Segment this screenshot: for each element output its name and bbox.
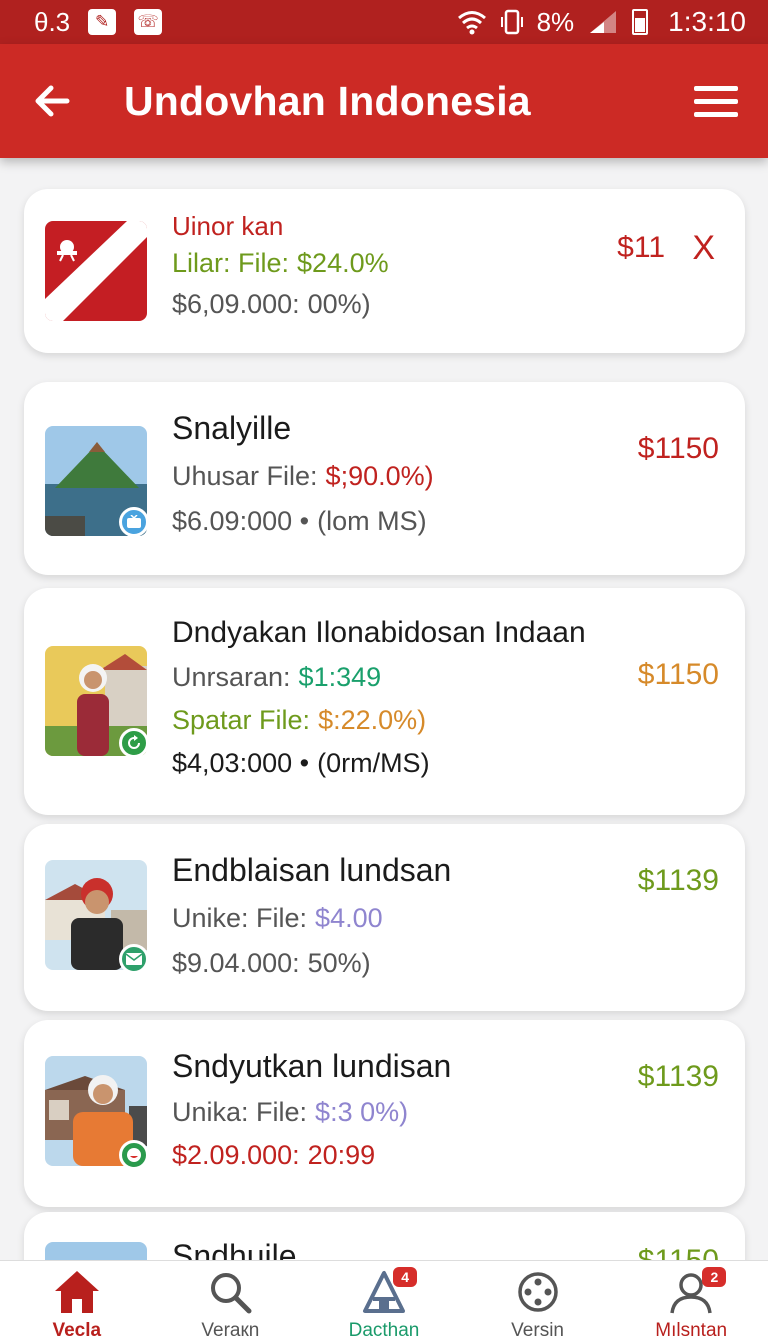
- nav-label: Mılsntan: [655, 1320, 728, 1341]
- detail-label: Lilar: File:: [172, 248, 290, 278]
- detail-value: 00%): [307, 289, 371, 319]
- battery-percent: 8%: [536, 6, 575, 37]
- notification-badge: 4: [393, 1267, 418, 1287]
- battery-icon: [632, 9, 649, 35]
- detail-label: Unrsaran:: [172, 662, 291, 692]
- detail-value: $4.00: [315, 903, 383, 933]
- menu-button[interactable]: [694, 79, 738, 123]
- close-icon[interactable]: X: [692, 229, 715, 268]
- item-detail-1: Unike: File: $4.00: [172, 903, 451, 934]
- nav-item-search[interactable]: Veraкn: [154, 1261, 308, 1344]
- item-title: Sndyutkan lundisan: [172, 1048, 452, 1084]
- emoji-icon: [119, 1140, 149, 1170]
- detail-label: $6.09:000 •: [172, 506, 310, 536]
- status-right: 8% 1:3:10: [457, 6, 746, 38]
- detail-value: $:3 0%): [315, 1097, 409, 1127]
- detail-value: 20:99: [307, 1140, 376, 1170]
- item-detail-2: $9.04.000: 50%): [172, 948, 451, 979]
- detail-label: $9.04.000:: [172, 948, 300, 978]
- list-item[interactable]: Snalyille Uhusar File: $;90.0%) $6.09:000…: [24, 382, 745, 575]
- list-item[interactable]: Dndyakan Ilonabidosan Indaan Unrsaran: $1…: [24, 588, 745, 815]
- status-left: θ.3 ✎ ☏: [34, 6, 163, 38]
- detail-label: Unika: File:: [172, 1097, 308, 1127]
- item-price: $1150: [637, 658, 719, 691]
- item-detail-1: Unika: File: $:3 0%): [172, 1097, 451, 1128]
- search-icon: [204, 1266, 256, 1318]
- notification-badge: 2: [702, 1267, 727, 1287]
- wifi-icon: [457, 9, 487, 35]
- item-detail-2: $6.09:000 • (lom MS): [172, 506, 434, 537]
- detail-label: $6,09.000:: [172, 289, 300, 319]
- vibrate-icon: [500, 9, 523, 35]
- mail-icon: [119, 944, 149, 974]
- detail-value: $1:349: [298, 662, 382, 692]
- detail-label: Uhusar File:: [172, 461, 318, 491]
- item-price: $1150: [637, 432, 719, 465]
- item-detail-3: $4,03:000 • (0rm/MS): [172, 748, 586, 779]
- page-title: Undovhan Indonesia: [124, 77, 531, 124]
- item-title: Snalyille: [172, 410, 292, 446]
- brand-logo: [45, 221, 147, 321]
- detail-value: $;90.0%): [325, 461, 434, 491]
- nav-item-home[interactable]: Vecla: [0, 1261, 154, 1344]
- list-item[interactable]: Sndyutkan lundisan Unika: File: $:3 0%) $…: [24, 1020, 745, 1207]
- item-title: Endblaisan lundsan: [172, 852, 452, 888]
- detail-label: Unike: File:: [172, 903, 308, 933]
- status-time: 1:3:10: [668, 6, 746, 37]
- refresh-icon: [119, 728, 149, 758]
- tv-icon: [119, 507, 149, 537]
- nav-item-dacthan[interactable]: 4 Dacthan: [307, 1261, 461, 1344]
- detail-label: $2.09.000:: [172, 1140, 300, 1170]
- nav-item-profile[interactable]: 2 Mılsntan: [614, 1261, 768, 1344]
- item-price: $1139: [637, 1060, 719, 1093]
- notification-icon-2: ☏: [134, 9, 163, 35]
- item-thumbnail: [45, 1242, 147, 1260]
- nav-label: Veraкn: [201, 1320, 260, 1341]
- item-price: $11: [617, 231, 665, 264]
- app-bar: Undovhan Indonesia: [0, 44, 768, 158]
- list-item[interactable]: Endblaisan lundsan Unike: File: $4.00 $9.…: [24, 824, 745, 1011]
- detail-label: $4,03:000 •: [172, 748, 310, 778]
- detail-value: $24.0%: [297, 248, 389, 278]
- item-price: $1139: [637, 864, 719, 897]
- item-detail-1: Lilar: File: $24.0%: [172, 248, 389, 279]
- arrow-left-icon: [35, 85, 70, 117]
- detail-value: $:22.0%): [318, 705, 427, 735]
- hamburger-menu-icon: [694, 85, 738, 91]
- back-button[interactable]: [30, 79, 74, 123]
- home-icon: [51, 1266, 103, 1318]
- nav-item-versin[interactable]: Versin: [461, 1261, 615, 1344]
- item-title: Uinor kan: [172, 211, 284, 241]
- detail-value: (lom MS): [317, 506, 427, 536]
- signal-icon: [588, 9, 618, 35]
- item-detail-2: Spatar File: $:22.0%): [172, 705, 586, 736]
- item-list[interactable]: Uinor kan Lilar: File: $24.0% $6,09.000: 0…: [0, 158, 768, 1260]
- detail-value: (0rm/MS): [317, 748, 430, 778]
- nav-label: Dacthan: [348, 1320, 420, 1341]
- list-item[interactable]: Uinor kan Lilar: File: $24.0% $6,09.000: 0…: [24, 189, 745, 353]
- notification-icon: ✎: [88, 9, 117, 35]
- nav-label: Vecla: [52, 1320, 102, 1341]
- item-detail-2: $6,09.000: 00%): [172, 289, 389, 320]
- item-detail-1: Unrsaran: $1:349: [172, 662, 586, 693]
- item-detail-1: Uhusar File: $;90.0%): [172, 461, 434, 492]
- bottom-nav: Vecla Veraкn 4 Dacthan Versin 2 Mılsntan: [0, 1260, 768, 1344]
- item-price: $1150: [638, 1244, 719, 1260]
- detail-value: 50%): [307, 948, 371, 978]
- nav-label: Versin: [511, 1320, 564, 1341]
- item-title: Dndyakan Ilonabidosan Indaan: [172, 616, 586, 649]
- detail-label: Spatar File:: [172, 705, 311, 735]
- status-left-text: θ.3: [34, 6, 71, 37]
- item-title: Sndhuile: [172, 1238, 297, 1260]
- item-detail-2: $2.09.000: 20:99: [172, 1140, 451, 1171]
- list-item[interactable]: Sndhuile $1150: [24, 1212, 745, 1260]
- film-reel-icon: [512, 1266, 564, 1318]
- status-bar: θ.3 ✎ ☏ 8% 1:3:10: [0, 0, 768, 44]
